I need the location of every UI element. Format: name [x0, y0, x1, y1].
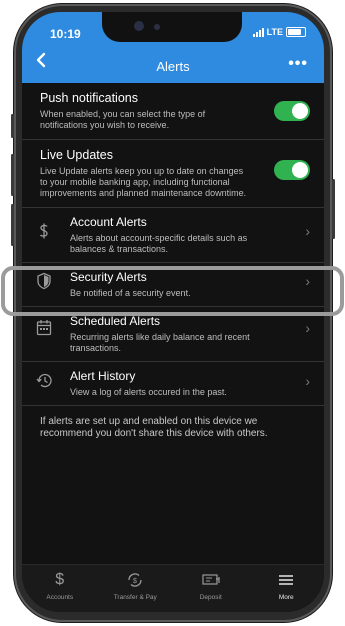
- notch: [102, 12, 242, 42]
- push-notifications-row: Push notifications When enabled, you can…: [22, 83, 324, 140]
- alerts-list: Push notifications When enabled, you can…: [22, 83, 324, 440]
- account-alerts-title: Account Alerts: [70, 215, 147, 229]
- security-alerts-title: Security Alerts: [70, 270, 147, 284]
- tab-label: Deposit: [199, 594, 222, 601]
- network-label: LTE: [266, 27, 283, 37]
- account-alerts-desc: Alerts about account-specific details su…: [70, 233, 248, 254]
- mute-switch: [11, 114, 14, 138]
- bottom-tab-bar: $ Accounts $ Transfer & Pay Deposit More: [22, 564, 324, 612]
- tab-label: More: [278, 594, 294, 601]
- scheduled-alerts-row[interactable]: Scheduled Alerts Recurring alerts like d…: [22, 307, 324, 362]
- live-updates-toggle[interactable]: [274, 160, 310, 180]
- camera-icon: [134, 21, 144, 31]
- more-options-button[interactable]: •••: [288, 55, 308, 73]
- alert-history-row[interactable]: Alert History View a log of alerts occur…: [22, 362, 324, 406]
- push-notifications-desc: When enabled, you can select the type of…: [40, 109, 206, 130]
- calendar-icon: [36, 319, 52, 339]
- shield-icon: [36, 272, 52, 293]
- dollar-icon: [36, 222, 52, 243]
- tab-deposit[interactable]: Deposit: [173, 565, 249, 612]
- battery-icon: [286, 27, 306, 37]
- status-indicators: LTE: [252, 27, 306, 37]
- status-time: 10:19: [50, 27, 81, 41]
- account-alerts-row[interactable]: Account Alerts Alerts about account-spec…: [22, 208, 324, 263]
- chevron-right-icon: ›: [305, 273, 310, 289]
- power-button: [332, 179, 335, 239]
- sensor-icon: [154, 24, 160, 30]
- history-icon: [36, 372, 53, 392]
- menu-icon: [249, 571, 325, 591]
- security-alerts-row[interactable]: Security Alerts Be notified of a securit…: [22, 263, 324, 307]
- scheduled-alerts-title: Scheduled Alerts: [70, 314, 161, 328]
- chevron-right-icon: ›: [305, 223, 310, 239]
- scheduled-alerts-desc: Recurring alerts like daily balance and …: [70, 332, 250, 353]
- phone-screen: 10:19 LTE Alerts ••• Push notifications …: [22, 12, 324, 612]
- push-notifications-toggle[interactable]: [274, 101, 310, 121]
- page-title: Alerts: [156, 59, 190, 74]
- live-updates-row: Live Updates Live Update alerts keep you…: [22, 140, 324, 208]
- tab-accounts[interactable]: $ Accounts: [22, 565, 98, 612]
- push-notifications-title: Push notifications: [40, 91, 138, 105]
- volume-down-button: [11, 204, 14, 246]
- live-updates-desc: Live Update alerts keep you up to date o…: [40, 166, 247, 198]
- tab-transfer-pay[interactable]: $ Transfer & Pay: [98, 565, 174, 612]
- alert-history-title: Alert History: [70, 369, 136, 383]
- chevron-right-icon: ›: [305, 373, 310, 389]
- live-updates-title: Live Updates: [40, 148, 113, 162]
- chevron-right-icon: ›: [305, 320, 310, 336]
- security-alerts-desc: Be notified of a security event.: [70, 288, 191, 298]
- transfer-icon: $: [98, 571, 174, 591]
- volume-up-button: [11, 154, 14, 196]
- tab-more[interactable]: More: [249, 565, 325, 612]
- tab-label: Transfer & Pay: [113, 594, 157, 601]
- svg-text:$: $: [133, 578, 137, 585]
- signal-icon: [252, 27, 264, 37]
- share-warning-note: If alerts are set up and enabled on this…: [40, 416, 268, 439]
- tab-label: Accounts: [46, 594, 74, 601]
- app-header: 10:19 LTE Alerts •••: [22, 12, 324, 83]
- alert-history-desc: View a log of alerts occured in the past…: [70, 387, 227, 397]
- dollar-icon: $: [55, 571, 65, 588]
- deposit-icon: [173, 571, 249, 591]
